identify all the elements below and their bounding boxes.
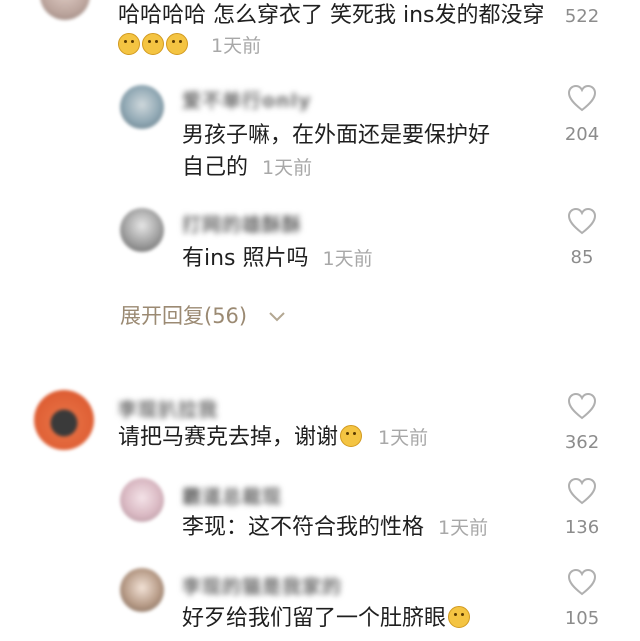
- reply-4-username[interactable]: 李现的猫是我家的: [182, 572, 342, 598]
- comment-2-text: 请把马赛克去掉，谢谢 1天前: [118, 422, 428, 454]
- comment-2-time: 1天前: [378, 427, 429, 449]
- reply-1-text: 男孩子嘛，在外面还是要保护好: [182, 120, 490, 152]
- reply-1-line2: 自己的: [182, 155, 249, 180]
- reply-1-line1: 男孩子嘛，在外面还是要保护好: [182, 123, 491, 148]
- avatar-reply-4[interactable]: [120, 568, 164, 612]
- reply-3-text: 李现：这不符合我的性格 1天前: [182, 512, 488, 544]
- like-count: 85: [570, 247, 594, 268]
- like-top-comment[interactable]: 522: [562, 6, 602, 27]
- like-count: 204: [564, 124, 600, 145]
- laugh-emoji: [166, 33, 188, 55]
- avatar-top-comment[interactable]: [40, 0, 90, 20]
- heart-outline-icon[interactable]: [567, 568, 597, 596]
- top-comment-time: 1天前: [211, 35, 262, 57]
- avatar-comment-2[interactable]: [34, 390, 94, 450]
- chevron-down-icon: [268, 304, 286, 328]
- like-count: 522: [564, 6, 600, 27]
- reply-2-username[interactable]: 打网的雄酥酥: [182, 210, 302, 236]
- top-comment-body: 哈哈哈哈 怎么穿衣了 笑死我 ins发的都没穿: [118, 3, 545, 28]
- heart-outline-icon[interactable]: [567, 392, 597, 420]
- reply-1-time: 1天前: [262, 157, 313, 179]
- reply-1-username[interactable]: 爱不单行only: [182, 86, 311, 112]
- like-comment-2[interactable]: 362: [562, 392, 602, 453]
- smile-emoji: [448, 606, 471, 628]
- top-comment-meta: 1天前: [118, 30, 261, 62]
- heart-outline-icon[interactable]: [567, 207, 597, 235]
- like-count: 362: [564, 432, 600, 453]
- like-reply-2[interactable]: 85: [562, 207, 602, 268]
- avatar-reply-1[interactable]: [120, 85, 164, 129]
- like-reply-1[interactable]: 204: [562, 84, 602, 145]
- laugh-emoji: [142, 33, 164, 55]
- heart-outline-icon[interactable]: [567, 84, 597, 112]
- avatar-reply-2[interactable]: [120, 208, 164, 252]
- expand-replies-button[interactable]: 展开回复(56): [120, 300, 286, 330]
- heart-outline-icon[interactable]: [567, 477, 597, 505]
- expand-replies-label: 展开回复(56): [120, 304, 248, 328]
- reply-3-body: 李现：这不符合我的性格: [182, 515, 425, 540]
- top-comment-text: 哈哈哈哈 怎么穿衣了 笑死我 ins发的都没穿: [118, 0, 545, 32]
- reply-4-text: 好歹给我们留了一个肚脐眼: [182, 603, 472, 635]
- like-count: 136: [564, 517, 600, 538]
- comment-2-body: 请把马赛克去掉，谢谢: [118, 425, 339, 450]
- reply-4-body: 好歹给我们留了一个肚脐眼: [182, 606, 447, 631]
- reply-2-body: 有ins 照片吗: [182, 246, 309, 271]
- reply-2-text: 有ins 照片吗 1天前: [182, 243, 373, 275]
- comment-2-username[interactable]: 李现扒拉我: [118, 395, 218, 421]
- smile-emoji: [340, 425, 363, 447]
- like-count: 105: [564, 608, 600, 629]
- reply-3-time: 1天前: [438, 517, 489, 539]
- like-reply-3[interactable]: 136: [562, 477, 602, 538]
- laugh-emoji: [118, 33, 140, 55]
- reply-1-text-2: 自己的 1天前: [182, 152, 312, 184]
- reply-3-username[interactable]: 霸道总裁现: [182, 482, 282, 508]
- reply-2-time: 1天前: [322, 248, 373, 270]
- like-reply-4[interactable]: 105: [562, 568, 602, 629]
- avatar-reply-3[interactable]: [120, 478, 164, 522]
